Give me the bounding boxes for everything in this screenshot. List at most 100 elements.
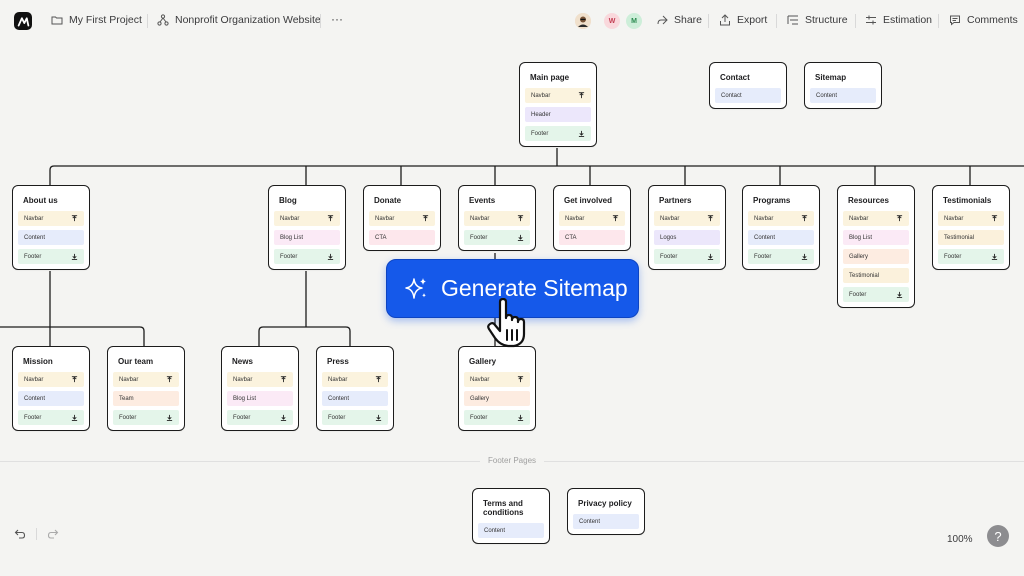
section-block[interactable]: Footer [113, 410, 179, 426]
section-block-label: CTA [565, 234, 577, 241]
section-block[interactable]: Footer [227, 410, 293, 426]
page-card-gallery[interactable]: Gallery Navbar Gallery Footer [458, 346, 536, 432]
page-card-news[interactable]: News Navbar Blog List Footer [221, 346, 299, 432]
section-block[interactable]: Navbar [843, 211, 909, 227]
section-block[interactable]: Blog List [227, 391, 293, 407]
section-block-label: Logos [660, 234, 677, 241]
section-block-label: Blog List [849, 234, 873, 241]
section-block[interactable]: Navbar [18, 372, 84, 388]
download-icon [517, 235, 524, 242]
page-card-events[interactable]: Events Navbar Footer [458, 185, 536, 252]
section-block[interactable]: CTA [369, 230, 435, 246]
section-block[interactable]: Gallery [843, 249, 909, 265]
section-block[interactable]: Logos [654, 230, 720, 246]
section-block[interactable]: Team [113, 391, 179, 407]
page-card-resources[interactable]: Resources Navbar Blog List Gallery Testimoni… [837, 185, 915, 309]
section-block[interactable]: Footer [274, 249, 340, 265]
section-block[interactable]: Navbar [274, 211, 340, 227]
section-block[interactable]: Footer [464, 410, 530, 426]
zoom-level[interactable]: 100% [947, 534, 973, 545]
download-icon [166, 415, 173, 422]
page-card-contact[interactable]: Contact Contact [709, 62, 787, 110]
section-block[interactable]: Footer [938, 249, 1004, 265]
section-block[interactable]: Content [748, 230, 814, 246]
page-card-donate[interactable]: Donate Navbar CTA [363, 185, 441, 252]
page-card-privacy[interactable]: Privacy policy Content [567, 488, 645, 536]
page-card-title: Donate [374, 196, 402, 205]
section-block-label: Navbar [328, 376, 348, 383]
section-block[interactable]: Navbar [938, 211, 1004, 227]
section-block[interactable]: Header [525, 107, 591, 123]
footer-section-label: Footer Pages [0, 456, 1024, 465]
help-button[interactable]: ? [987, 525, 1009, 547]
section-block[interactable]: Footer [654, 249, 720, 265]
page-card-programs[interactable]: Programs Navbar Content Footer [742, 185, 820, 271]
section-block[interactable]: Content [322, 391, 388, 407]
section-block-label: Header [531, 111, 551, 118]
section-block[interactable]: Gallery [464, 391, 530, 407]
section-block[interactable]: CTA [559, 230, 625, 246]
page-card-title: Privacy policy [578, 499, 632, 508]
section-block-label: Navbar [470, 215, 490, 222]
page-card-involved[interactable]: Get involved Navbar CTA [553, 185, 631, 252]
section-block[interactable]: Contact [715, 88, 781, 104]
download-icon [280, 415, 287, 422]
page-card-press[interactable]: Press Navbar Content Footer [316, 346, 394, 432]
page-card-sitemap[interactable]: Sitemap Content [804, 62, 882, 110]
section-block[interactable]: Blog List [843, 230, 909, 246]
section-block[interactable]: Content [810, 88, 876, 104]
section-block[interactable]: Navbar [369, 211, 435, 227]
page-card-terms[interactable]: Terms and conditions Content [472, 488, 550, 545]
page-card-main[interactable]: Main page Navbar Header Footer [519, 62, 597, 148]
page-card-partners[interactable]: Partners Navbar Logos Footer [648, 185, 726, 271]
section-block-label: Content [754, 234, 776, 241]
section-block[interactable]: Footer [18, 410, 84, 426]
section-block[interactable]: Navbar [464, 211, 530, 227]
page-card-title: Main page [530, 73, 570, 82]
section-block-label: Navbar [375, 215, 395, 222]
page-card-blog[interactable]: Blog Navbar Blog List Footer [268, 185, 346, 271]
section-block[interactable]: Footer [843, 287, 909, 303]
section-block[interactable]: Footer [748, 249, 814, 265]
page-card-mission[interactable]: Mission Navbar Content Footer [12, 346, 90, 432]
section-block-label: Footer [660, 253, 678, 260]
section-block[interactable]: Navbar [113, 372, 179, 388]
page-card-testimonials[interactable]: Testimonials Navbar Testimonial Footer [932, 185, 1010, 271]
page-card-title: Blog [279, 196, 297, 205]
section-block[interactable]: Content [573, 514, 639, 530]
section-block[interactable]: Footer [464, 230, 530, 246]
section-block-label: Blog List [233, 395, 257, 402]
section-block[interactable]: Testimonial [843, 268, 909, 284]
section-block[interactable]: Navbar [559, 211, 625, 227]
section-block[interactable]: Navbar [748, 211, 814, 227]
section-block[interactable]: Navbar [464, 372, 530, 388]
section-block-label: Content [484, 527, 506, 534]
undo-icon[interactable] [14, 528, 26, 540]
section-block-label: Footer [470, 414, 488, 421]
redo-icon[interactable] [47, 528, 59, 540]
section-block[interactable]: Blog List [274, 230, 340, 246]
section-block[interactable]: Navbar [227, 372, 293, 388]
section-block[interactable]: Footer [322, 410, 388, 426]
page-card-team[interactable]: Our team Navbar Team Footer [107, 346, 185, 432]
section-block-label: Testimonial [944, 234, 975, 241]
page-card-about[interactable]: About us Navbar Content Footer [12, 185, 90, 271]
section-block[interactable]: Content [478, 523, 544, 539]
section-block[interactable]: Footer [525, 126, 591, 142]
page-card-title: Sitemap [815, 73, 847, 82]
section-block-label: Gallery [849, 253, 869, 260]
download-icon [991, 254, 998, 261]
section-block-label: Footer [119, 414, 137, 421]
section-block[interactable]: Navbar [525, 88, 591, 104]
section-block[interactable]: Footer [18, 249, 84, 265]
section-block[interactable]: Navbar [18, 211, 84, 227]
section-block-label: Navbar [119, 376, 139, 383]
section-block[interactable]: Navbar [654, 211, 720, 227]
section-block[interactable]: Navbar [322, 372, 388, 388]
section-block[interactable]: Testimonial [938, 230, 1004, 246]
page-card-title: Mission [23, 357, 53, 366]
upload-icon [612, 215, 619, 222]
download-icon [707, 254, 714, 261]
section-block[interactable]: Content [18, 230, 84, 246]
section-block[interactable]: Content [18, 391, 84, 407]
